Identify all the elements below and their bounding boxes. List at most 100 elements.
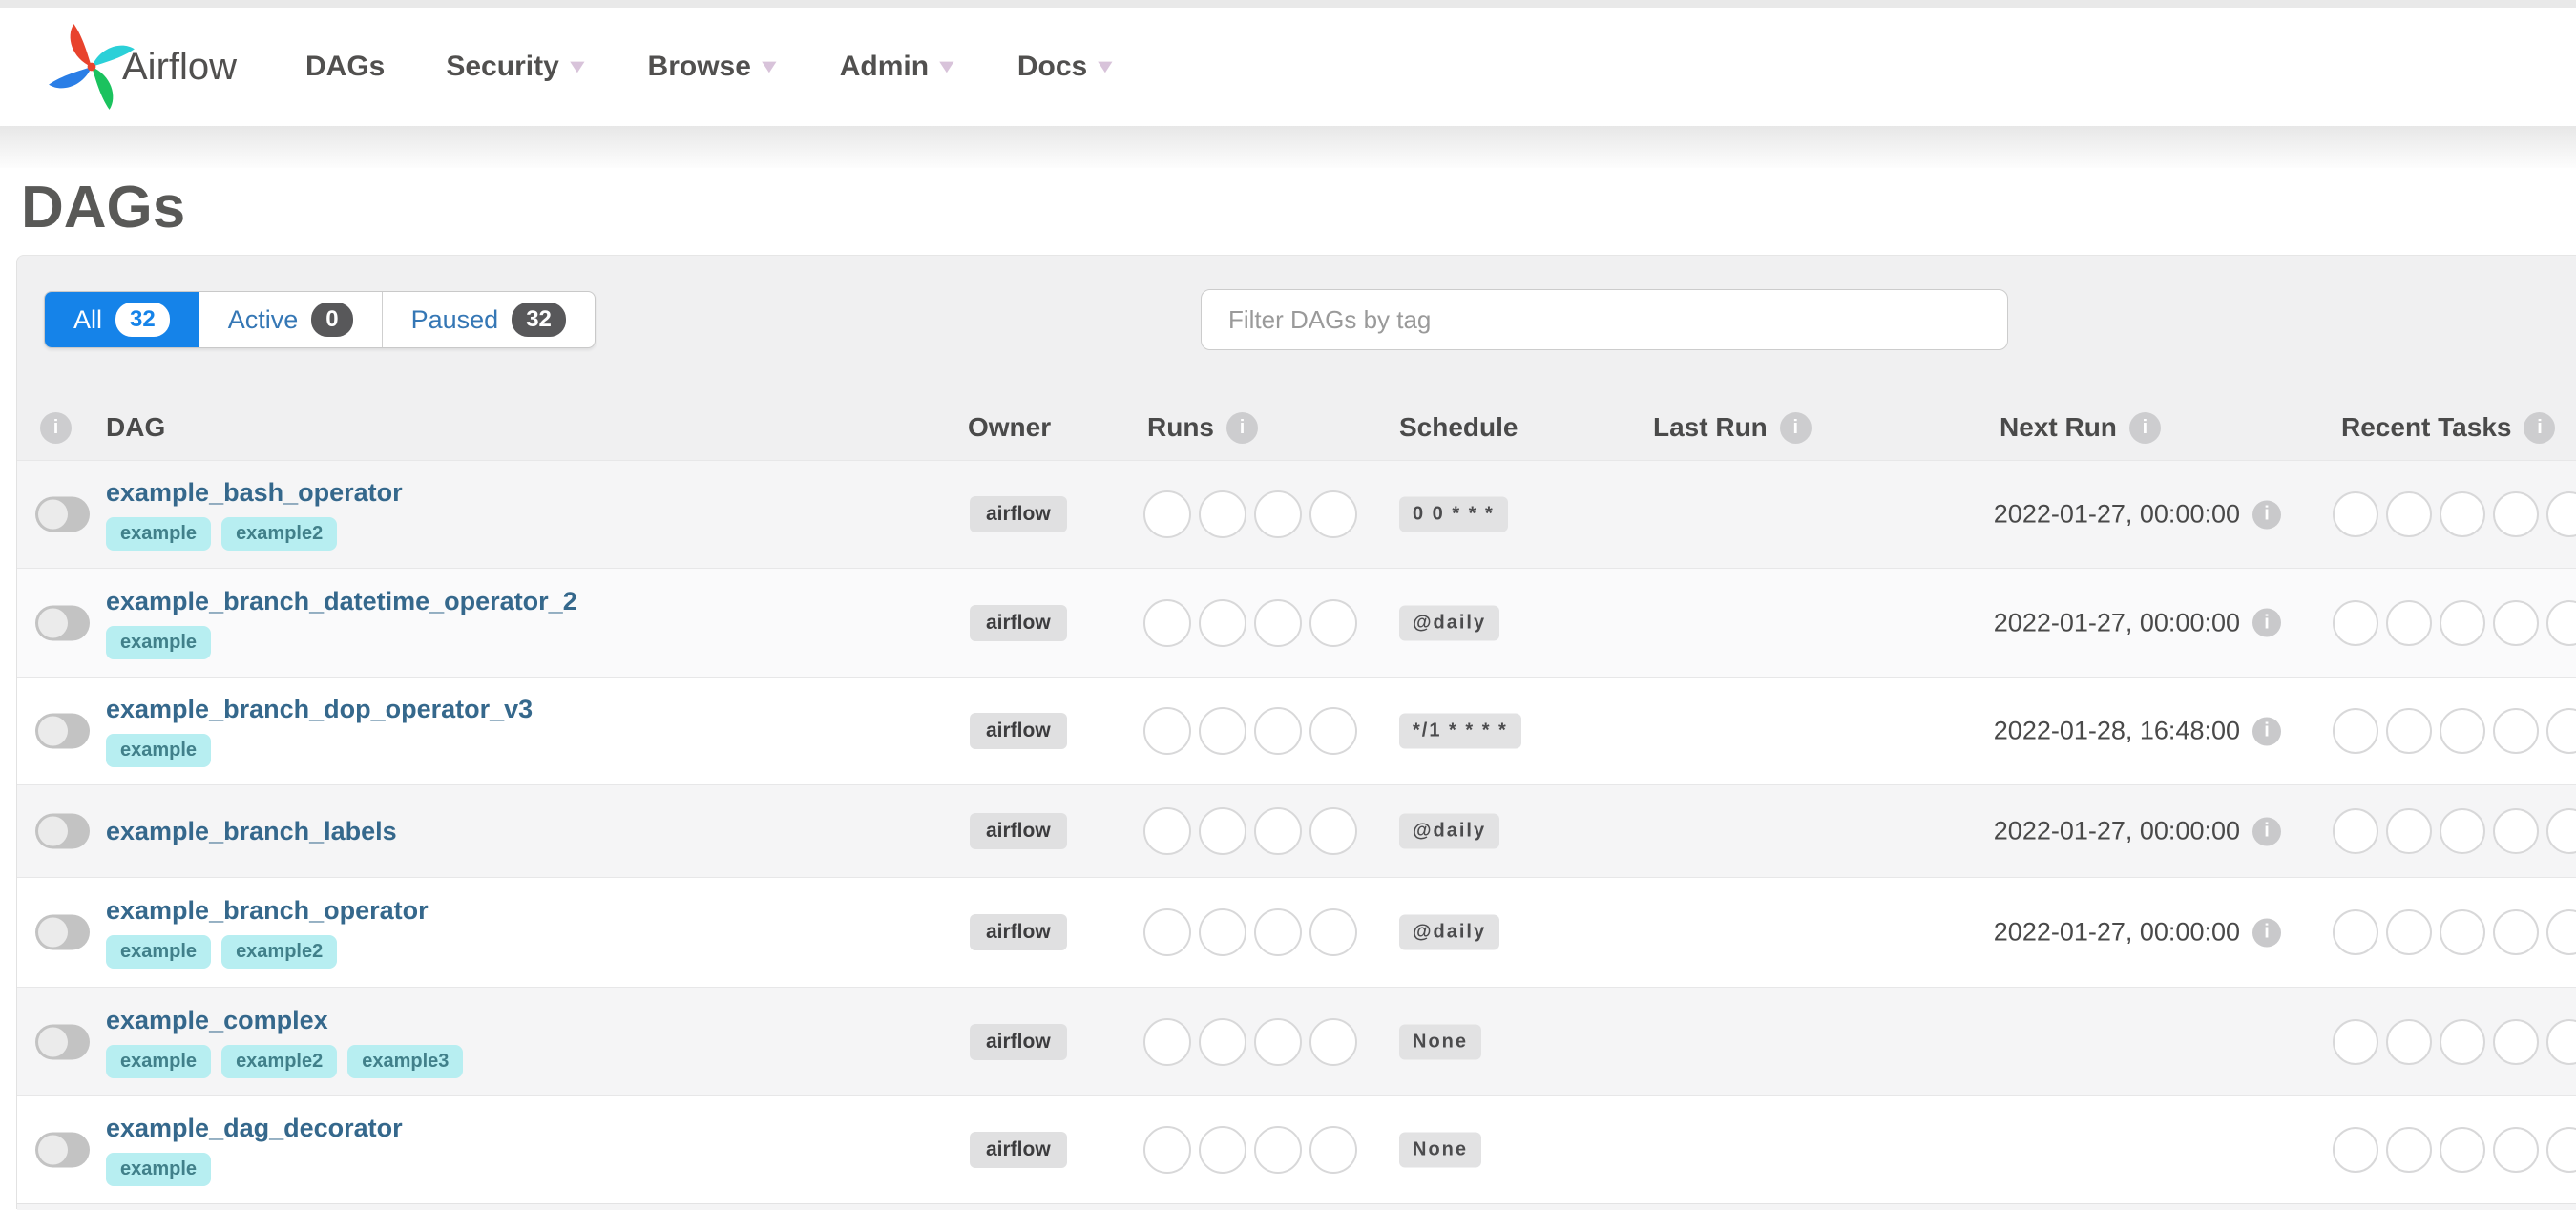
recent-task-circle[interactable]: [2333, 1127, 2378, 1173]
run-status-circle[interactable]: [1143, 598, 1191, 647]
run-status-circle[interactable]: [1199, 1126, 1246, 1174]
header-dag[interactable]: DAG: [106, 395, 165, 460]
recent-task-circle[interactable]: [2440, 808, 2485, 854]
recent-task-circle[interactable]: [2493, 909, 2539, 955]
tag-badge[interactable]: example2: [221, 517, 338, 551]
header-schedule[interactable]: Schedule: [1399, 395, 1518, 460]
tag-badge[interactable]: example: [106, 734, 212, 767]
dag-name-link[interactable]: example_branch_labels: [106, 817, 397, 846]
dag-name-link[interactable]: example_complex: [106, 1006, 473, 1035]
recent-task-circle[interactable]: [2440, 909, 2485, 955]
pause-toggle[interactable]: [35, 713, 90, 749]
recent-task-circle[interactable]: [2440, 491, 2485, 537]
recent-task-circle[interactable]: [2546, 599, 2576, 646]
recent-task-circle[interactable]: [2386, 1127, 2432, 1173]
recent-task-circle[interactable]: [2386, 808, 2432, 854]
header-runs[interactable]: Runs i: [1147, 395, 1258, 460]
run-status-circle[interactable]: [1254, 1017, 1302, 1066]
nav-item-docs[interactable]: Docs ▼: [1017, 51, 1118, 83]
tag-badge[interactable]: example3: [347, 1044, 464, 1078]
tab-all[interactable]: All 32: [45, 292, 199, 347]
dag-name-link[interactable]: example_branch_operator: [106, 896, 429, 926]
run-status-circle[interactable]: [1199, 598, 1246, 647]
run-status-circle[interactable]: [1254, 908, 1302, 956]
run-status-circle[interactable]: [1309, 707, 1357, 755]
header-recent-tasks[interactable]: Recent Tasks i: [2341, 395, 2556, 460]
run-status-circle[interactable]: [1143, 490, 1191, 538]
dag-name-link[interactable]: example_dag_decorator: [106, 1114, 403, 1143]
recent-task-circle[interactable]: [2493, 599, 2539, 646]
recent-task-circle[interactable]: [2440, 1018, 2485, 1065]
run-status-circle[interactable]: [1254, 490, 1302, 538]
dag-name-link[interactable]: example_branch_datetime_operator_2: [106, 587, 577, 616]
recent-task-circle[interactable]: [2546, 909, 2576, 955]
recent-task-circle[interactable]: [2440, 599, 2485, 646]
recent-task-circle[interactable]: [2386, 909, 2432, 955]
run-status-circle[interactable]: [1143, 1017, 1191, 1066]
run-status-circle[interactable]: [1309, 1017, 1357, 1066]
tab-paused[interactable]: Paused 32: [383, 292, 595, 347]
dag-name-link[interactable]: example_branch_dop_operator_v3: [106, 695, 533, 724]
run-status-circle[interactable]: [1143, 807, 1191, 855]
run-status-circle[interactable]: [1199, 1017, 1246, 1066]
recent-task-circle[interactable]: [2333, 599, 2378, 646]
run-status-circle[interactable]: [1254, 1126, 1302, 1174]
recent-task-circle[interactable]: [2333, 1018, 2378, 1065]
run-status-circle[interactable]: [1254, 598, 1302, 647]
recent-task-circle[interactable]: [2333, 909, 2378, 955]
recent-task-circle[interactable]: [2493, 1018, 2539, 1065]
run-status-circle[interactable]: [1254, 707, 1302, 755]
nav-item-browse[interactable]: Browse ▼: [648, 51, 782, 83]
header-last-run[interactable]: Last Run i: [1653, 395, 1812, 460]
tag-badge[interactable]: example: [106, 625, 212, 659]
recent-task-circle[interactable]: [2333, 808, 2378, 854]
run-status-circle[interactable]: [1199, 490, 1246, 538]
recent-task-circle[interactable]: [2546, 708, 2576, 754]
tag-badge[interactable]: example: [106, 935, 212, 969]
run-status-circle[interactable]: [1309, 1126, 1357, 1174]
run-status-circle[interactable]: [1199, 807, 1246, 855]
tag-badge[interactable]: example: [106, 1044, 212, 1078]
nav-item-security[interactable]: Security ▼: [446, 51, 589, 83]
run-status-circle[interactable]: [1309, 598, 1357, 647]
recent-task-circle[interactable]: [2386, 708, 2432, 754]
tag-badge[interactable]: example: [106, 517, 212, 551]
pause-toggle[interactable]: [35, 605, 90, 640]
recent-task-circle[interactable]: [2333, 491, 2378, 537]
pause-toggle[interactable]: [35, 813, 90, 849]
recent-task-circle[interactable]: [2440, 1127, 2485, 1173]
tag-filter-input[interactable]: [1201, 289, 2008, 350]
recent-task-circle[interactable]: [2333, 708, 2378, 754]
header-next-run[interactable]: Next Run i: [2000, 395, 2161, 460]
recent-task-circle[interactable]: [2386, 599, 2432, 646]
recent-task-circle[interactable]: [2493, 708, 2539, 754]
run-status-circle[interactable]: [1199, 908, 1246, 956]
tag-badge[interactable]: example2: [221, 935, 338, 969]
recent-task-circle[interactable]: [2546, 1127, 2576, 1173]
run-status-circle[interactable]: [1309, 490, 1357, 538]
recent-task-circle[interactable]: [2493, 808, 2539, 854]
recent-task-circle[interactable]: [2493, 1127, 2539, 1173]
run-status-circle[interactable]: [1143, 908, 1191, 956]
dag-name-link[interactable]: example_bash_operator: [106, 478, 403, 508]
recent-task-circle[interactable]: [2386, 1018, 2432, 1065]
pause-toggle[interactable]: [35, 496, 90, 532]
run-status-circle[interactable]: [1143, 707, 1191, 755]
tab-active[interactable]: Active 0: [199, 292, 383, 347]
run-status-circle[interactable]: [1254, 807, 1302, 855]
run-status-circle[interactable]: [1309, 908, 1357, 956]
pause-toggle[interactable]: [35, 1132, 90, 1168]
recent-task-circle[interactable]: [2546, 808, 2576, 854]
header-owner[interactable]: Owner: [968, 395, 1051, 460]
recent-task-circle[interactable]: [2386, 491, 2432, 537]
tag-badge[interactable]: example2: [221, 1044, 338, 1078]
run-status-circle[interactable]: [1199, 707, 1246, 755]
recent-task-circle[interactable]: [2440, 708, 2485, 754]
run-status-circle[interactable]: [1309, 807, 1357, 855]
nav-item-admin[interactable]: Admin ▼: [840, 51, 959, 83]
run-status-circle[interactable]: [1143, 1126, 1191, 1174]
pause-toggle[interactable]: [35, 1024, 90, 1059]
recent-task-circle[interactable]: [2546, 491, 2576, 537]
pause-toggle[interactable]: [35, 914, 90, 950]
recent-task-circle[interactable]: [2493, 491, 2539, 537]
